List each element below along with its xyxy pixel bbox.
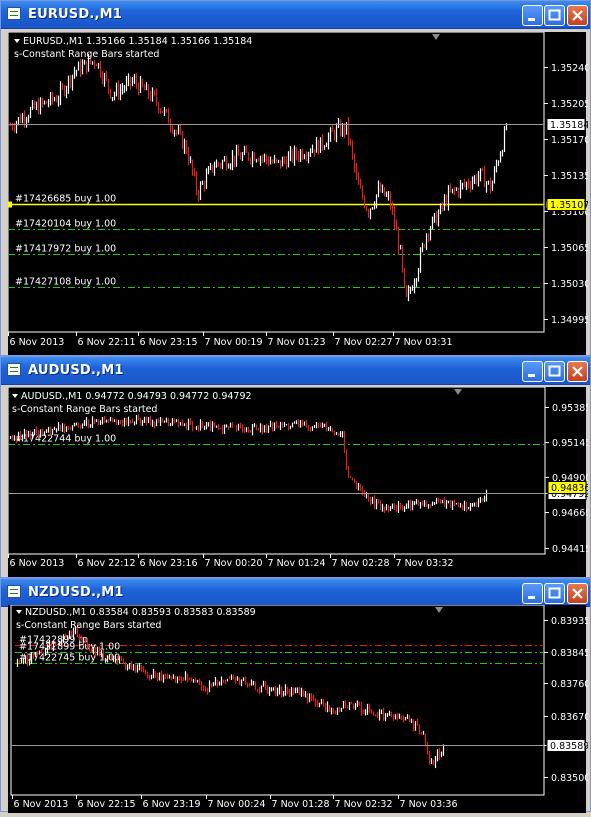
time-tick-label: 7 Nov 01:23 bbox=[268, 337, 326, 348]
time-tick-label: 6 Nov 23:16 bbox=[140, 558, 198, 569]
time-tick-label: 7 Nov 02:32 bbox=[335, 799, 393, 810]
price-tick-label: 0.83845 bbox=[551, 648, 588, 659]
chart-menu-arrow-icon[interactable] bbox=[14, 39, 20, 43]
minimize-button[interactable] bbox=[522, 583, 543, 604]
price-tick-label: 0.83935 bbox=[551, 616, 588, 627]
price-tick-label: 0.94415 bbox=[552, 544, 588, 555]
time-tick-label: 7 Nov 00:20 bbox=[205, 558, 263, 569]
time-tick-label: 6 Nov 2013 bbox=[14, 799, 69, 810]
maximize-button[interactable] bbox=[544, 361, 565, 382]
price-tick-label: 1.35135 bbox=[551, 171, 588, 182]
shift-marker-icon[interactable] bbox=[454, 389, 462, 395]
close-button[interactable] bbox=[567, 5, 588, 26]
shift-marker-icon[interactable] bbox=[432, 34, 440, 40]
time-tick-label: 7 Nov 03:32 bbox=[396, 558, 454, 569]
chart-window-icon bbox=[7, 585, 21, 598]
chart-window-icon bbox=[7, 363, 21, 376]
time-tick-label: 7 Nov 00:24 bbox=[208, 799, 266, 810]
minimize-button[interactable] bbox=[522, 361, 543, 382]
price-tick-label: 0.95385 bbox=[552, 403, 588, 414]
price-tick-label: 0.83670 bbox=[551, 712, 588, 723]
time-tick-label: 7 Nov 03:36 bbox=[400, 799, 458, 810]
time-tick-label: 6 Nov 23:19 bbox=[143, 799, 201, 810]
order-label: #17420104 buy 1.00 bbox=[15, 219, 116, 230]
chart-canvas[interactable]: #17422744 buy 1.00 0.953850.951450.94900… bbox=[7, 386, 591, 577]
time-tick-label: 6 Nov 22:15 bbox=[78, 799, 136, 810]
time-tick-label: 7 Nov 01:28 bbox=[272, 799, 330, 810]
order-marker bbox=[8, 201, 12, 208]
order-label: #17427108 buy 1.00 bbox=[15, 277, 116, 288]
chart-header: EURUSD.,M1 1.35166 1.35184 1.35166 1.351… bbox=[23, 36, 252, 47]
price-tick-label: 0.83760 bbox=[551, 679, 588, 690]
price-chart[interactable]: #17426685 buy 1.00 #17420104 buy 1.00 #174… bbox=[7, 31, 590, 355]
price-tick-label: 1.35240 bbox=[551, 63, 588, 74]
chart-header: AUDUSD.,M1 0.94772 0.94793 0.94772 0.947… bbox=[21, 391, 252, 402]
time-tick-label: 7 Nov 03:31 bbox=[395, 337, 453, 348]
current-price-label: 1.35184 bbox=[550, 120, 588, 131]
price-tick-label: 1.35065 bbox=[551, 243, 588, 254]
order-label: #17422899 buy 1.00 bbox=[19, 642, 120, 653]
marked-price-label: 0.94836 bbox=[551, 483, 588, 494]
indicator-note: s-Constant Range Bars started bbox=[14, 49, 159, 60]
price-tick-label: 1.35170 bbox=[551, 135, 588, 146]
window-title: EURUSD.,M1 bbox=[28, 7, 123, 22]
chart-header: NZDUSD.,M1 0.83584 0.83593 0.83583 0.835… bbox=[25, 607, 256, 618]
price-tick-label: 0.83500 bbox=[551, 773, 588, 784]
chart-window-audusd[interactable]: AUDUSD.,M1 #17422744 buy 1.00 0.95385 0.9… bbox=[0, 356, 591, 578]
chart-window-eurusd[interactable]: EURUSD.,M1 #17426685 buy 1.00 #17420104 b… bbox=[0, 0, 591, 356]
title-bar[interactable]: EURUSD.,M1 bbox=[1, 1, 590, 29]
close-button[interactable] bbox=[567, 361, 588, 382]
chart-menu-arrow-icon[interactable] bbox=[16, 610, 22, 614]
price-tick-label: 0.94660 bbox=[552, 508, 588, 519]
chart-canvas[interactable]: #17426685 buy 1.00 #17420104 buy 1.00 #174… bbox=[7, 31, 590, 355]
price-tick-label: 1.35030 bbox=[551, 279, 588, 290]
chart-window-icon bbox=[7, 7, 21, 20]
shift-marker-icon[interactable] bbox=[435, 607, 443, 613]
plot-frame bbox=[10, 604, 545, 796]
time-tick-label: 6 Nov 22:12 bbox=[78, 558, 136, 569]
time-tick-label: 7 Nov 02:27 bbox=[335, 337, 393, 348]
time-tick-label: 7 Nov 00:19 bbox=[205, 337, 263, 348]
price-chart[interactable]: #17422744 buy 1.00 0.95385 0.95145 0.94900… bbox=[7, 386, 591, 577]
chart-canvas[interactable]: #17422899 tp#17422899 buy 1.00#17422745 … bbox=[8, 604, 590, 813]
price-tick-label: 1.34995 bbox=[551, 315, 588, 326]
window-title: NZDUSD.,M1 bbox=[28, 585, 124, 600]
time-tick-label: 6 Nov 23:15 bbox=[140, 337, 198, 348]
close-button[interactable] bbox=[567, 583, 588, 604]
time-tick-label: 6 Nov 22:11 bbox=[78, 337, 136, 348]
maximize-button[interactable] bbox=[544, 583, 565, 604]
price-tick-label: 0.95145 bbox=[552, 438, 588, 449]
title-bar[interactable]: AUDUSD.,M1 bbox=[1, 357, 590, 385]
time-tick-label: 6 Nov 2013 bbox=[10, 337, 65, 348]
minimize-button[interactable] bbox=[522, 5, 543, 26]
order-label: #17417972 buy 1.00 bbox=[15, 244, 116, 255]
marked-price-label: 1.35107 bbox=[550, 200, 588, 211]
maximize-button[interactable] bbox=[544, 5, 565, 26]
current-price-label: 0.83589 bbox=[550, 741, 588, 752]
time-tick-label: 7 Nov 02:28 bbox=[332, 558, 390, 569]
chart-menu-arrow-icon[interactable] bbox=[12, 394, 18, 398]
chart-window-nzdusd[interactable]: NZDUSD.,M1 #17422899 tp #17422899 buy 1.0… bbox=[0, 578, 591, 813]
window-title: AUDUSD.,M1 bbox=[28, 363, 124, 378]
indicator-note: s-Constant Range Bars started bbox=[16, 620, 161, 631]
price-chart[interactable]: #17422899 tp #17422899 buy 1.00 #17422745 … bbox=[8, 604, 590, 813]
order-label: #17426685 buy 1.00 bbox=[15, 194, 116, 205]
time-tick-label: 6 Nov 2013 bbox=[10, 558, 65, 569]
price-tick-label: 1.35205 bbox=[551, 99, 588, 110]
indicator-note: s-Constant Range Bars started bbox=[12, 404, 157, 415]
time-tick-label: 7 Nov 01:24 bbox=[268, 558, 326, 569]
title-bar[interactable]: NZDUSD.,M1 bbox=[1, 579, 590, 607]
